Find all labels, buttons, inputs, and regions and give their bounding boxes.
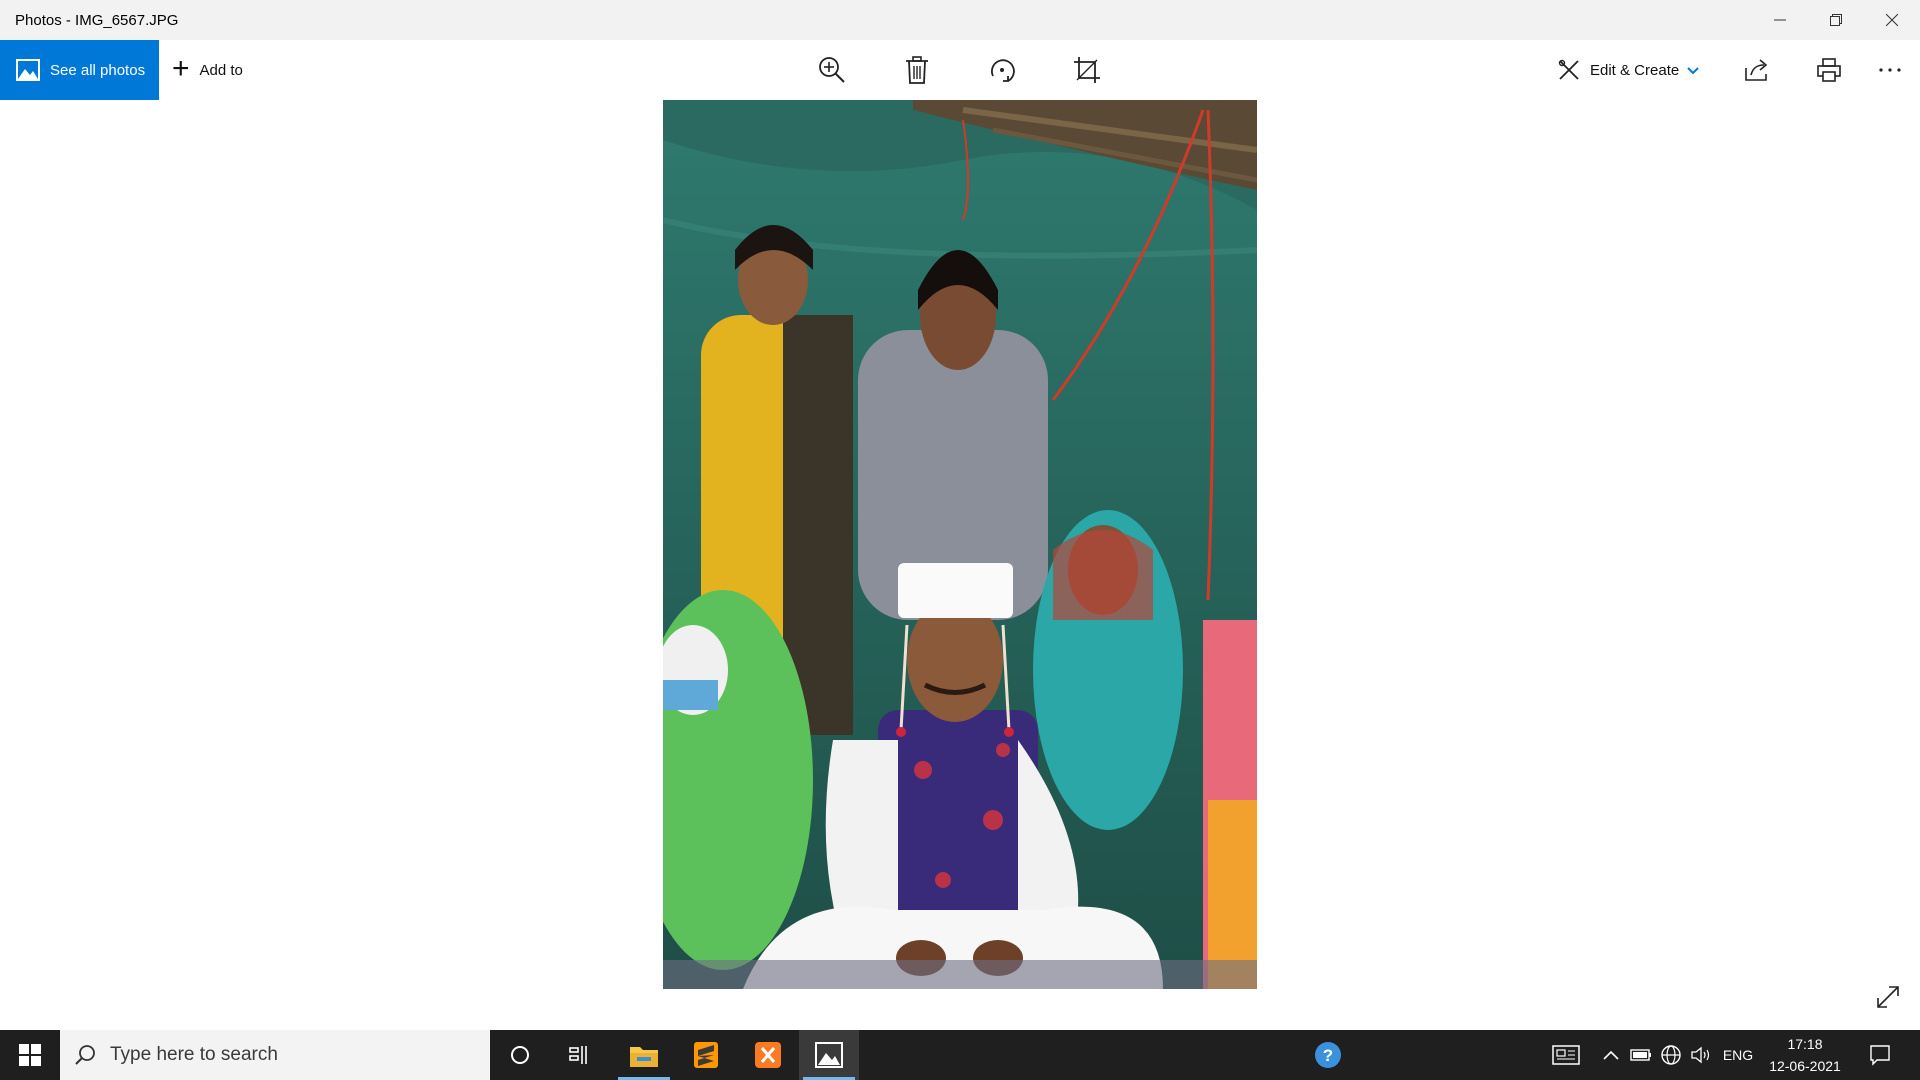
restore-icon (1830, 14, 1842, 26)
expand-icon (1877, 986, 1899, 1008)
add-to-label: Add to (199, 61, 243, 79)
search-icon (74, 1044, 96, 1066)
window-title: Photos - IMG_6567.JPG (15, 11, 179, 29)
more-icon (1879, 68, 1901, 72)
photos-taskbar-button[interactable] (799, 1030, 859, 1080)
share-icon (1745, 59, 1768, 81)
xampp-taskbar-button[interactable] (738, 1030, 798, 1080)
notification-icon (1870, 1045, 1890, 1066)
chevron-up-icon (1603, 1050, 1619, 1060)
action-center-button[interactable] (1862, 1030, 1898, 1080)
photo-view[interactable] (663, 100, 1257, 989)
fullscreen-button[interactable] (1873, 982, 1903, 1012)
folder-icon (630, 1047, 658, 1067)
sublime-text-taskbar-button[interactable] (676, 1030, 736, 1080)
svg-text:?: ? (1323, 1046, 1333, 1065)
taskbar-search-box[interactable]: Type here to search (60, 1030, 490, 1080)
crop-icon (1074, 57, 1100, 83)
crop-button[interactable] (1067, 52, 1107, 88)
news-icon (1552, 1045, 1580, 1065)
zoom-in-icon (819, 57, 845, 83)
see-all-photos-label: See all photos (50, 61, 146, 79)
rotate-button[interactable] (982, 52, 1022, 88)
close-icon (1886, 14, 1898, 26)
cortana-button[interactable] (490, 1030, 550, 1080)
plus-icon: + (172, 51, 190, 85)
speaker-icon (1691, 1046, 1710, 1064)
battery-button[interactable] (1628, 1030, 1654, 1080)
delete-button[interactable] (897, 52, 937, 88)
clock-time: 17:18 (1787, 1036, 1823, 1052)
language-indicator[interactable]: ENG (1718, 1030, 1758, 1080)
help-icon: ? (1315, 1042, 1341, 1068)
delete-icon (906, 56, 928, 84)
battery-icon (1630, 1049, 1651, 1061)
minimize-icon (1774, 19, 1786, 21)
clock-date: 12-06-2021 (1769, 1058, 1841, 1074)
volume-button[interactable] (1688, 1030, 1714, 1080)
windows-icon (19, 1044, 41, 1066)
print-icon (1817, 58, 1841, 82)
minimize-button[interactable] (1752, 0, 1808, 40)
show-hidden-icons-button[interactable] (1600, 1030, 1622, 1080)
cortana-icon (511, 1046, 529, 1064)
clock[interactable]: 17:18 12-06-2021 (1760, 1030, 1850, 1080)
start-button[interactable] (0, 1030, 60, 1080)
search-placeholder: Type here to search (110, 1044, 278, 1065)
share-button[interactable] (1737, 52, 1777, 88)
task-view-icon (569, 1046, 587, 1064)
rotate-icon (991, 59, 1015, 82)
photos-app-icon (815, 1042, 843, 1068)
print-button[interactable] (1809, 52, 1849, 88)
more-options-button[interactable] (1870, 52, 1910, 88)
task-view-button[interactable] (550, 1030, 610, 1080)
toolbar: See all photos + Add to Edit & Create (0, 40, 1920, 100)
edit-create-label: Edit & Create (1590, 61, 1680, 79)
network-button[interactable] (1658, 1030, 1684, 1080)
globe-icon (1661, 1045, 1681, 1065)
restore-button[interactable] (1808, 0, 1864, 40)
help-button[interactable]: ? (1298, 1030, 1358, 1080)
edit-create-button[interactable]: Edit & Create (1558, 40, 1699, 100)
photos-icon (16, 59, 40, 81)
sublime-text-icon (694, 1042, 718, 1068)
edit-create-icon (1558, 59, 1580, 81)
add-to-button[interactable]: + Add to (172, 40, 243, 100)
file-explorer-taskbar-button[interactable] (614, 1030, 674, 1080)
xampp-icon (755, 1042, 781, 1068)
photo-image (663, 100, 1257, 989)
taskbar: Type here to search ? ENG 17:18 12-06-20… (0, 1030, 1920, 1080)
see-all-photos-button[interactable]: See all photos (0, 40, 159, 100)
news-widget-button[interactable] (1548, 1030, 1584, 1080)
zoom-in-button[interactable] (812, 52, 852, 88)
chevron-down-icon (1687, 63, 1699, 78)
close-button[interactable] (1864, 0, 1920, 40)
title-bar: Photos - IMG_6567.JPG (0, 0, 1920, 40)
